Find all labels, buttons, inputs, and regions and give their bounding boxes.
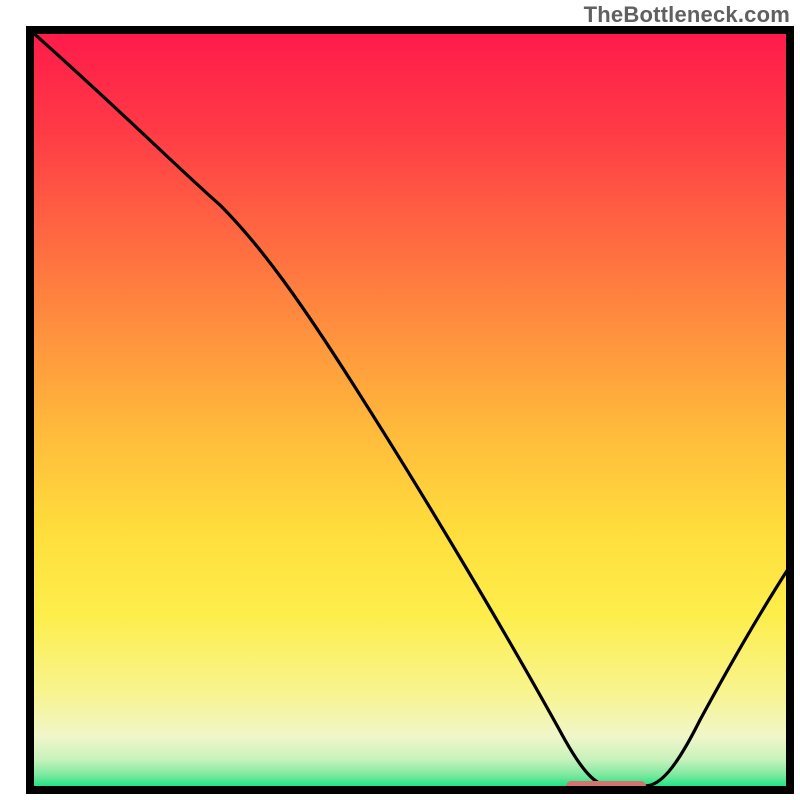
bottleneck-chart — [0, 0, 800, 800]
chart-container: TheBottleneck.com — [0, 0, 800, 800]
plot-background — [30, 30, 790, 790]
